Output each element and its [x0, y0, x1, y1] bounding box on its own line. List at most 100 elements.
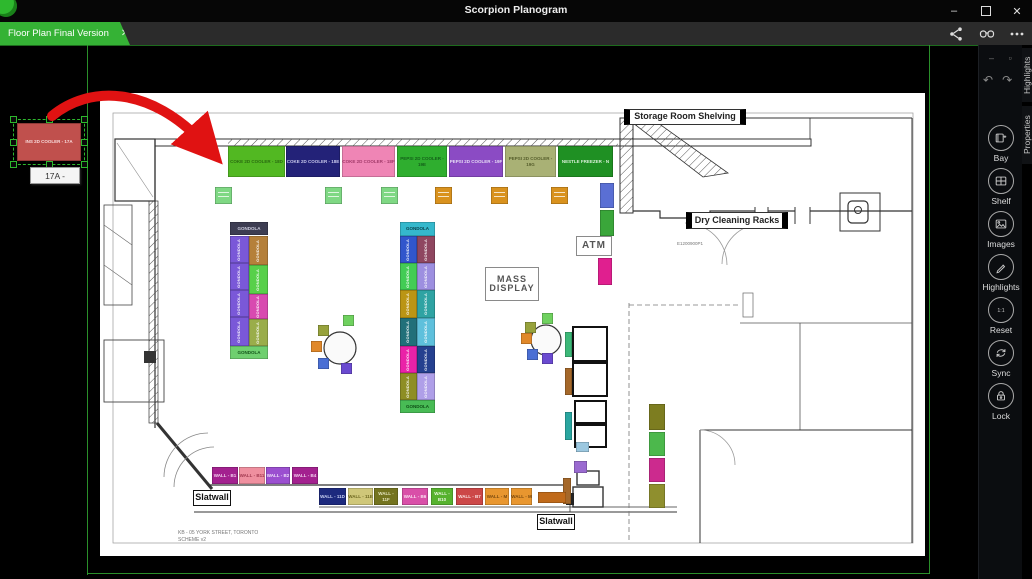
tool-images[interactable]: Images — [987, 211, 1015, 249]
selection-handle[interactable] — [81, 161, 88, 168]
binoculars-icon[interactable] — [978, 26, 996, 42]
cooler-block[interactable]: COKE 2D COOLER - 18E — [286, 146, 340, 177]
image-selection-frame-bottom[interactable] — [87, 573, 930, 574]
cooler-block[interactable]: COKE 2D COOLER - 18D — [228, 146, 285, 177]
shelf-strip-block[interactable] — [565, 368, 572, 395]
gondola-section[interactable]: GONDOLA — [400, 346, 417, 373]
selection-handle[interactable] — [10, 139, 17, 146]
mini-display-block[interactable] — [491, 187, 508, 204]
table-display-item[interactable] — [542, 313, 553, 324]
wall-strip-block[interactable] — [600, 183, 614, 208]
wall-block[interactable]: WALL - B10 — [431, 488, 453, 505]
image-selection-frame-right[interactable] — [929, 45, 930, 574]
tab-close-icon[interactable]: ✕ — [121, 28, 129, 39]
mini-display-block[interactable] — [551, 187, 568, 204]
wall-block[interactable]: WALL - 11E — [348, 488, 373, 505]
mini-display-block[interactable] — [325, 187, 342, 204]
selected-fixture[interactable]: INS 2D COOLER - 17A — [13, 119, 85, 165]
selection-handle[interactable] — [10, 161, 17, 168]
more-options-icon[interactable] — [1008, 26, 1026, 42]
tab-floor-plan-final-version[interactable]: Floor Plan Final Version ✕ — [0, 22, 130, 45]
gondola-section[interactable]: GONDOLA — [249, 319, 268, 346]
panel-tab-highlights[interactable]: Highlights — [1022, 48, 1032, 102]
wall-strip-block[interactable] — [598, 258, 612, 285]
tool-reset[interactable]: 1:1Reset — [988, 297, 1014, 335]
cooler-block[interactable]: PEPSI 2D COOLER - 19G — [505, 146, 556, 177]
gondola-section[interactable]: GONDOLA — [230, 290, 249, 317]
close-button[interactable]: ✕ — [1003, 0, 1031, 22]
table-display-item[interactable] — [525, 322, 536, 333]
redo-icon[interactable]: ↷ — [1002, 73, 1021, 87]
gondola-section[interactable]: GONDOLA — [249, 265, 268, 294]
share-icon[interactable] — [947, 26, 965, 42]
shelf-strip-block[interactable] — [565, 412, 572, 440]
mini-display-block[interactable] — [381, 187, 398, 204]
slatwall-label[interactable]: Slatwall — [193, 490, 231, 506]
tool-shelf[interactable]: Shelf — [988, 168, 1014, 206]
tool-sync[interactable]: Sync — [988, 340, 1014, 378]
gondola-section[interactable]: GONDOLA — [400, 318, 417, 346]
gondola-section[interactable]: GONDOLA — [400, 373, 417, 400]
gondola-section[interactable]: GONDOLA — [249, 294, 268, 319]
gondola-end-cap[interactable]: GONDOLA — [230, 222, 268, 235]
gondola-section[interactable]: GONDOLA — [417, 236, 435, 263]
table-display-item[interactable] — [318, 358, 329, 369]
wall-stack-block[interactable] — [649, 484, 665, 508]
selection-handle[interactable] — [10, 116, 17, 123]
gondola-section[interactable]: GONDOLA — [230, 317, 249, 346]
gondola-end-cap[interactable]: GONDOLA — [230, 346, 268, 359]
table-display-item[interactable] — [521, 333, 532, 344]
wall-stack-block[interactable] — [649, 432, 665, 456]
atm-label[interactable]: ATM — [576, 236, 612, 256]
ins-2d-cooler-block[interactable]: INS 2D COOLER - 17A — [17, 123, 81, 161]
maximize-button[interactable] — [972, 0, 1000, 22]
mini-display-block[interactable] — [215, 187, 232, 204]
selection-handle[interactable] — [46, 116, 53, 123]
wall-block[interactable]: WALL - 11F — [374, 488, 398, 505]
floorplan-canvas[interactable]: COKE 2D COOLER - 18DCOKE 2D COOLER - 18E… — [100, 93, 925, 556]
wall-block[interactable]: WALL - B4 — [292, 467, 318, 484]
wall-block[interactable]: WALL - B2 — [266, 467, 290, 484]
wall-strip-block[interactable] — [600, 210, 614, 236]
gondola-section[interactable]: GONDOLA — [400, 290, 417, 318]
wall-block[interactable]: WALL - M — [485, 488, 509, 505]
undo-icon[interactable]: ↶ — [983, 73, 1002, 87]
minimize-button[interactable]: – — [940, 0, 968, 22]
panel-tab-properties[interactable]: Properties — [1022, 106, 1032, 164]
tool-bay[interactable]: Bay — [988, 125, 1014, 163]
gondola-section[interactable]: GONDOLA — [417, 346, 435, 373]
table-display-item[interactable] — [527, 349, 538, 360]
shelf-strip-block[interactable] — [565, 332, 572, 357]
gondola-end-cap[interactable]: GONDOLA — [400, 222, 435, 236]
mass-display-label[interactable]: MASS DISPLAY — [485, 267, 539, 301]
storage-room-shelving-label[interactable]: Storage Room Shelving — [624, 109, 746, 125]
gondola-section[interactable]: GONDOLA — [400, 263, 417, 290]
panel-collapse-controls[interactable]: – ▫ — [989, 53, 1018, 63]
tool-highlights[interactable]: Highlights — [982, 254, 1019, 292]
selection-handle[interactable] — [81, 116, 88, 123]
mini-display-block[interactable] — [435, 187, 452, 204]
tool-lock[interactable]: Lock — [988, 383, 1014, 421]
gondola-section[interactable]: GONDOLA — [249, 236, 268, 265]
table-display-item[interactable] — [341, 363, 352, 374]
gondola-section[interactable]: GONDOLA — [417, 373, 435, 400]
wall-block[interactable]: WALL - B6 — [402, 488, 428, 505]
wall-block[interactable]: WALL - M — [511, 488, 532, 505]
gondola-section[interactable]: GONDOLA — [400, 236, 417, 263]
gondola-end-cap[interactable]: GONDOLA — [400, 400, 435, 413]
selection-handle[interactable] — [81, 139, 88, 146]
equipment-block[interactable] — [576, 442, 589, 452]
gondola-section[interactable]: GONDOLA — [230, 263, 249, 290]
wall-block[interactable]: WALL - B7 — [456, 488, 483, 505]
table-display-item[interactable] — [343, 315, 354, 326]
table-display-item[interactable] — [318, 325, 329, 336]
equipment-block[interactable] — [574, 461, 587, 473]
gondola-section[interactable]: GONDOLA — [417, 263, 435, 290]
gondola-section[interactable]: GONDOLA — [417, 318, 435, 346]
dry-cleaning-racks-label[interactable]: Dry Cleaning Racks — [686, 212, 788, 229]
wall-stack-block[interactable] — [649, 404, 665, 430]
image-selection-frame-left[interactable] — [87, 45, 88, 575]
cooler-block[interactable]: PEPSI 2D COOLER - 19F — [449, 146, 503, 177]
gondola-section[interactable]: GONDOLA — [230, 236, 249, 263]
wall-block[interactable]: WALL - 11D — [319, 488, 346, 505]
